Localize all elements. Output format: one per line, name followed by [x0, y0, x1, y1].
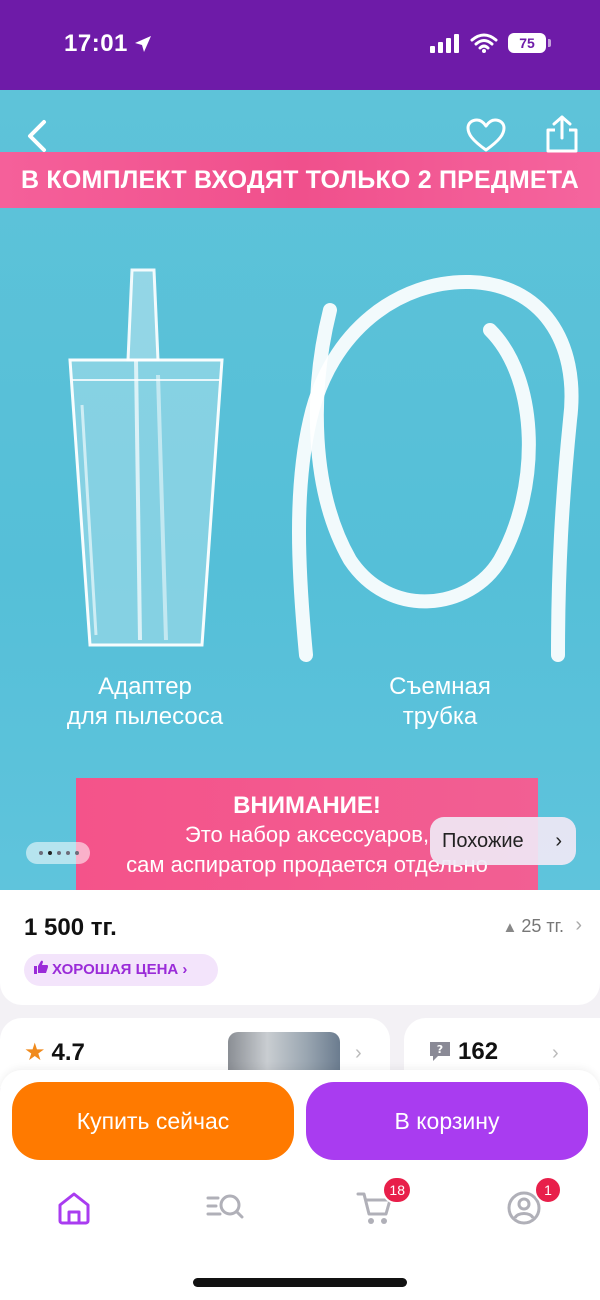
svg-text:?: ?: [437, 1043, 443, 1056]
current-price: 1 500 тг.: [24, 914, 117, 941]
price-change[interactable]: ▲ 25 тг.: [503, 916, 565, 937]
battery-indicator: 75: [508, 33, 551, 53]
profile-badge: 1: [534, 1176, 562, 1204]
location-arrow-icon: [135, 36, 151, 52]
carousel-dot: [75, 851, 79, 855]
carousel-dot: [57, 851, 61, 855]
carousel-dot: [48, 851, 52, 855]
catalog-search-icon: [206, 1194, 244, 1219]
carousel-dot: [39, 851, 43, 855]
tab-profile[interactable]: 1: [506, 1176, 562, 1230]
questions-count: 162: [458, 1038, 499, 1065]
chevron-right-icon: ›: [555, 830, 562, 852]
home-icon: [58, 1192, 90, 1225]
chevron-right-icon: ›: [575, 914, 582, 936]
cart-badge: 18: [382, 1176, 412, 1204]
caption-tube: Съемная трубка: [389, 673, 491, 730]
signal-icon: [430, 34, 459, 53]
price-card: 1 500 тг. ▲ 25 тг. › ХОРОШАЯ ЦЕНА ›: [0, 890, 600, 1005]
chevron-right-icon: ›: [552, 1042, 559, 1064]
product-image-carousel[interactable]: В КОМПЛЕКТ ВХОДЯТ ТОЛЬКО 2 ПРЕДМЕТА Адап…: [0, 90, 600, 890]
wifi-icon: [470, 33, 498, 53]
carousel-dot: [66, 851, 70, 855]
rating: ★ 4.7: [24, 1038, 85, 1067]
add-to-cart-button[interactable]: В корзину: [306, 1082, 588, 1160]
question-icon: ?: [430, 1042, 450, 1061]
thumbs-up-icon: [34, 960, 48, 974]
carousel-dots: [26, 842, 90, 864]
similar-button[interactable]: Похожие ›: [430, 817, 576, 865]
tab-cart[interactable]: 18: [356, 1176, 412, 1230]
status-time: 17:01: [64, 30, 128, 57]
rating-value: 4.7: [51, 1039, 85, 1066]
star-icon: ★: [24, 1039, 46, 1066]
tab-catalog[interactable]: [206, 1190, 246, 1230]
price-change-value: 25 тг.: [521, 916, 564, 936]
status-bar: 17:01 75: [0, 0, 600, 90]
buy-now-button[interactable]: Купить сейчас: [12, 1082, 294, 1160]
image-banner: В КОМПЛЕКТ ВХОДЯТ ТОЛЬКО 2 ПРЕДМЕТА: [0, 152, 600, 208]
similar-label: Похожие: [442, 830, 524, 852]
tab-home[interactable]: [56, 1190, 96, 1230]
bottom-bar: Купить сейчас В корзину 18 1: [0, 1070, 600, 1300]
heart-icon[interactable]: [466, 118, 506, 154]
chevron-right-icon: ›: [355, 1042, 362, 1064]
warning-title: ВНИМАНИЕ!: [233, 792, 381, 819]
caption-adapter: Адаптер для пылесоса: [66, 673, 224, 730]
adapter-cup-image: [68, 268, 224, 647]
good-price-badge[interactable]: ХОРОШАЯ ЦЕНА ›: [24, 954, 218, 986]
home-indicator: [193, 1278, 407, 1287]
tube-image: [292, 274, 579, 662]
good-price-label: ХОРОШАЯ ЦЕНА: [52, 961, 179, 978]
back-icon[interactable]: [22, 118, 54, 154]
tab-bar: 18 1: [0, 1176, 600, 1250]
share-icon[interactable]: [544, 114, 580, 154]
triangle-up-icon: ▲: [502, 919, 518, 936]
